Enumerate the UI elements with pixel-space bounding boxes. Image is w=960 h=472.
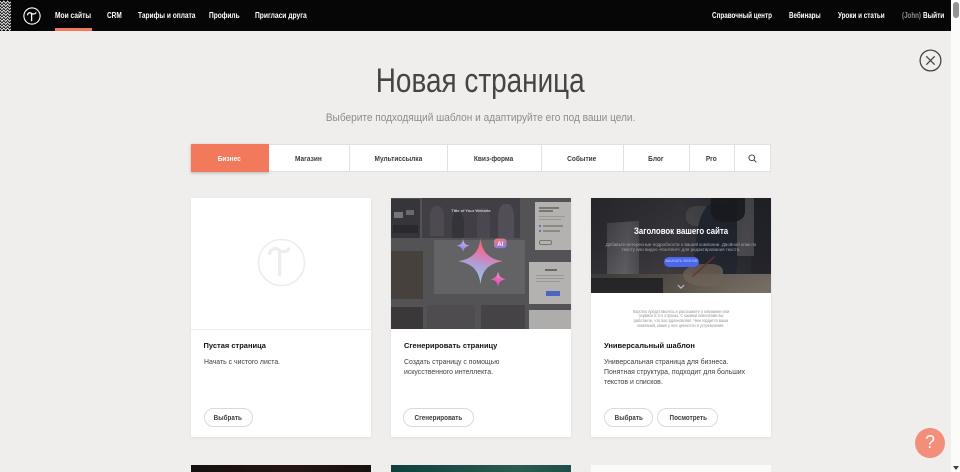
svg-text:AI: AI [497, 242, 503, 248]
